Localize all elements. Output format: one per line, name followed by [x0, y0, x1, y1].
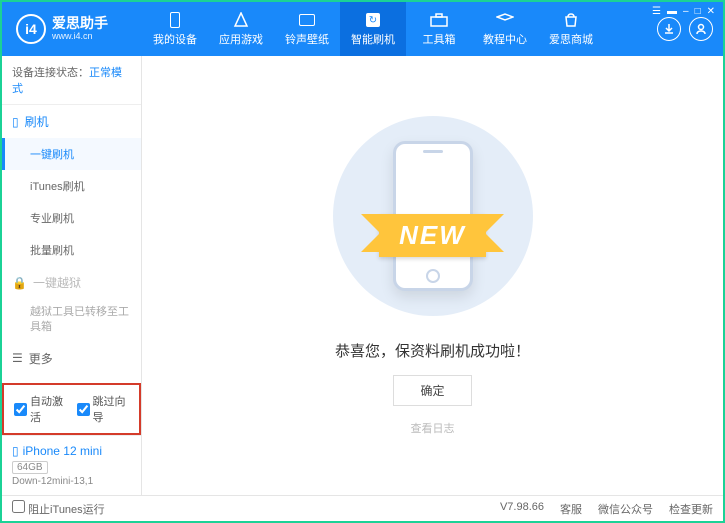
connection-status: 设备连接状态：正常模式 [2, 56, 141, 105]
device-icon: ▯ [12, 444, 19, 458]
flash-icon: ↻ [364, 11, 382, 29]
device-name: ▯iPhone 12 mini [12, 444, 131, 458]
download-button[interactable] [657, 17, 681, 41]
minimize-icon[interactable]: – [683, 6, 689, 17]
app-window: i4 爱思助手 www.i4.cn 我的设备 应用游戏 铃声壁纸 ↻智能刷机 工… [0, 0, 725, 523]
nav-store[interactable]: 爱思商城 [538, 2, 604, 56]
sidebar-item-other[interactable]: 其他工具 [2, 375, 141, 383]
support-link[interactable]: 客服 [560, 501, 582, 517]
toolbox-icon [430, 11, 448, 29]
maximize-icon[interactable]: □ [695, 6, 701, 17]
lock-icon: 🔒 [12, 276, 27, 290]
titlebar: i4 爱思助手 www.i4.cn 我的设备 应用游戏 铃声壁纸 ↻智能刷机 工… [2, 2, 723, 56]
device-storage: 64GB [12, 461, 48, 474]
nav-tutorial[interactable]: 教程中心 [472, 2, 538, 56]
nav-toolbox[interactable]: 工具箱 [406, 2, 472, 56]
nav-apps-games[interactable]: 应用游戏 [208, 2, 274, 56]
body: 设备连接状态：正常模式 ▯刷机 一键刷机 iTunes刷机 专业刷机 批量刷机 … [2, 56, 723, 495]
logo-icon: i4 [16, 14, 46, 44]
nav-my-device[interactable]: 我的设备 [142, 2, 208, 56]
device-firmware: Down-12mini-13,1 [12, 476, 131, 487]
view-log-link[interactable]: 查看日志 [411, 420, 455, 436]
sidebar-item-oneclick[interactable]: 一键刷机 [2, 138, 141, 170]
sidebar: 设备连接状态：正常模式 ▯刷机 一键刷机 iTunes刷机 专业刷机 批量刷机 … [2, 56, 142, 495]
wechat-link[interactable]: 微信公众号 [598, 501, 653, 517]
user-button[interactable] [689, 17, 713, 41]
success-illustration: NEW [333, 116, 533, 316]
phone-icon [166, 11, 184, 29]
wallpaper-icon [298, 11, 316, 29]
version-label: V7.98.66 [500, 501, 544, 517]
nav-ringtone-wallpaper[interactable]: 铃声壁纸 [274, 2, 340, 56]
sidebar-menu: ▯刷机 一键刷机 iTunes刷机 专业刷机 批量刷机 🔒一键越狱 越狱工具已转… [2, 105, 141, 383]
section-flash[interactable]: ▯刷机 [2, 105, 141, 138]
sidebar-options: 自动激活 跳过向导 [2, 383, 141, 435]
tutorial-icon [496, 11, 514, 29]
device-info[interactable]: ▯iPhone 12 mini 64GB Down-12mini-13,1 [2, 435, 141, 495]
ok-button[interactable]: 确定 [393, 375, 471, 406]
check-update-link[interactable]: 检查更新 [669, 501, 713, 517]
success-message: 恭喜您，保资料刷机成功啦！ [335, 340, 530, 361]
sidebar-item-itunes[interactable]: iTunes刷机 [2, 170, 141, 202]
window-controls-top: ☰ ▬ – □ ✕ [652, 6, 715, 17]
checkbox-auto-activate[interactable]: 自动激活 [14, 393, 67, 425]
nav-smart-flash[interactable]: ↻智能刷机 [340, 2, 406, 56]
list-icon: ☰ [12, 351, 23, 365]
status-bar: 阻止iTunes运行 V7.98.66 客服 微信公众号 检查更新 [2, 495, 723, 521]
app-url: www.i4.cn [52, 32, 108, 42]
checkbox-skip-guide[interactable]: 跳过向导 [77, 393, 130, 425]
store-icon [562, 11, 580, 29]
main-nav: 我的设备 应用游戏 铃声壁纸 ↻智能刷机 工具箱 教程中心 爱思商城 [142, 2, 647, 56]
phone-small-icon: ▯ [12, 115, 19, 129]
section-jailbreak[interactable]: 🔒一键越狱 [2, 266, 141, 299]
menu-icon[interactable]: ☰ [652, 6, 661, 17]
app-name: 爱思助手 [52, 16, 108, 31]
apps-icon [232, 11, 250, 29]
close-icon[interactable]: ✕ [707, 6, 715, 17]
pin-icon[interactable]: ▬ [667, 6, 677, 17]
new-ribbon: NEW [379, 214, 486, 257]
sidebar-item-pro[interactable]: 专业刷机 [2, 202, 141, 234]
section-more[interactable]: ☰更多 [2, 342, 141, 375]
checkbox-block-itunes[interactable]: 阻止iTunes运行 [12, 500, 105, 517]
logo: i4 爱思助手 www.i4.cn [2, 14, 142, 44]
sidebar-item-batch[interactable]: 批量刷机 [2, 234, 141, 266]
main-content: NEW 恭喜您，保资料刷机成功啦！ 确定 查看日志 [142, 56, 723, 495]
jailbreak-note: 越狱工具已转移至工具箱 [2, 299, 141, 342]
